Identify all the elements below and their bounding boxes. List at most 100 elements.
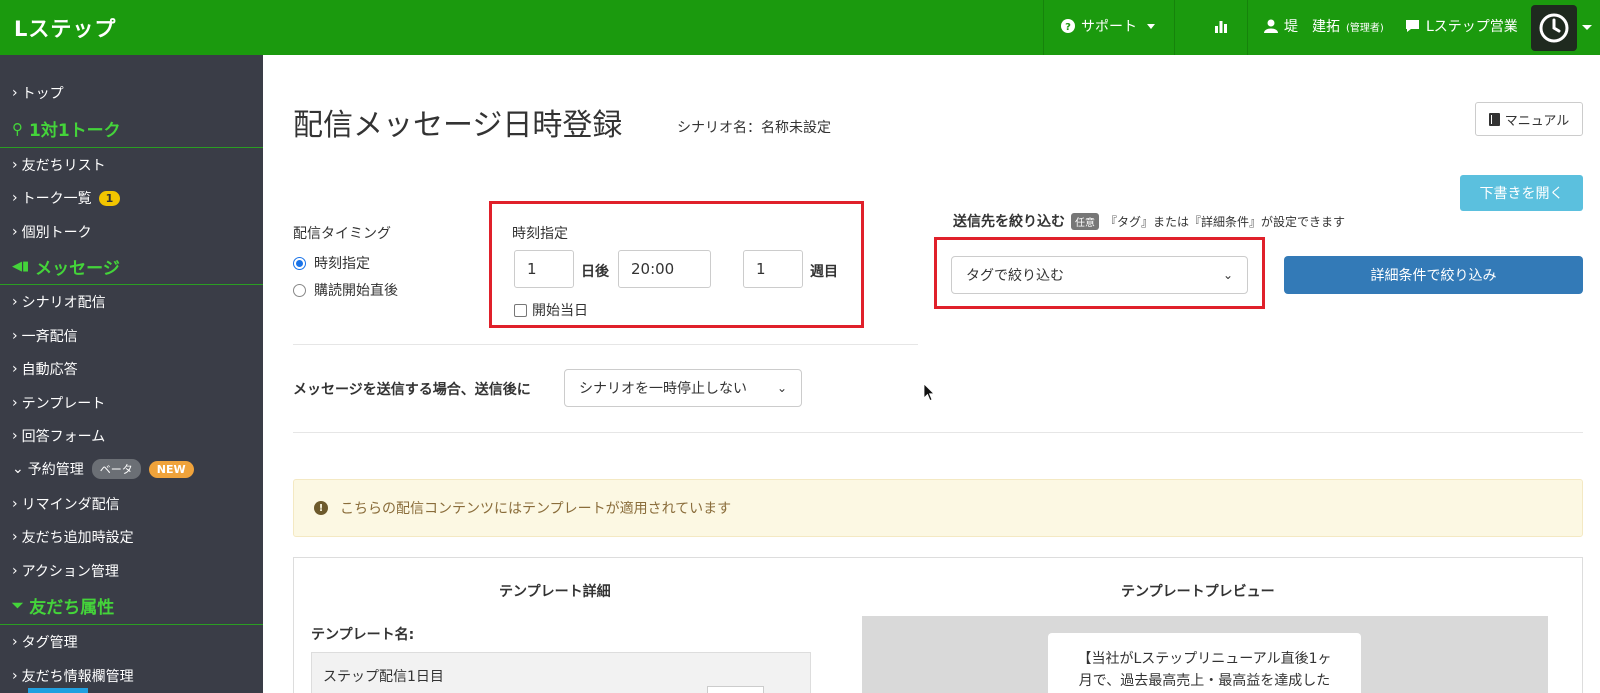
sidebar-item-friend-info[interactable]: › 友だち情報欄管理: [12, 666, 134, 686]
chevron-right-icon: ›: [12, 529, 18, 545]
filter-label: 送信先を絞り込む 任意 『タグ』または『詳細条件』が設定できます: [953, 211, 1345, 231]
week-input[interactable]: 1: [743, 250, 803, 288]
sidebar-item-reminder[interactable]: › リマインダ配信: [12, 494, 120, 514]
filter-description: 『タグ』または『詳細条件』が設定できます: [1105, 214, 1346, 229]
timing-option-time[interactable]: 時刻指定: [293, 253, 370, 273]
chevron-right-icon: ›: [12, 190, 18, 206]
sidebar-item-broadcast[interactable]: › 一斉配信: [12, 326, 78, 346]
manual-button-label: マニュアル: [1504, 113, 1570, 129]
beta-badge: ベータ: [91, 459, 141, 479]
divider: [293, 432, 1583, 433]
timing-label: 配信タイミング: [293, 226, 391, 242]
template-inner-field[interactable]: [707, 686, 764, 693]
book-icon: [1488, 112, 1500, 126]
chevron-right-icon: ›: [12, 395, 18, 411]
section-divider: [0, 624, 263, 625]
preview-message-card: 【当社がLステップリニューアル直後1ヶ 月で、過去最高売上・最高益を達成した: [1048, 633, 1361, 693]
app-logo[interactable]: Lステップ: [14, 13, 116, 43]
radio-label: 購読開始直後: [314, 283, 398, 299]
chevron-right-icon: ›: [12, 428, 18, 444]
svg-text:?: ?: [1065, 22, 1071, 33]
template-name-label: テンプレート名:: [311, 627, 415, 643]
chevron-down-icon: ⌄: [12, 461, 24, 477]
template-detail-heading: テンプレート詳細: [499, 584, 611, 600]
sidebar-section-label: メッセージ: [35, 259, 120, 279]
stats-button[interactable]: [1214, 19, 1228, 33]
open-draft-button[interactable]: 下書きを開く: [1460, 175, 1583, 211]
nav-divider: [1174, 0, 1175, 55]
days-after-input[interactable]: 1: [514, 250, 574, 288]
comment-icon: [1406, 20, 1419, 32]
nav-divider: [1247, 0, 1248, 55]
template-preview-heading: テンプレートプレビュー: [1121, 584, 1275, 600]
chevron-right-icon: ›: [12, 85, 18, 101]
sidebar-item-label: 予約管理: [27, 462, 84, 478]
sidebar-section-message: ◀▮ メッセージ: [12, 254, 120, 279]
template-name-value: ステップ配信1日目: [323, 669, 444, 685]
chevron-right-icon: ›: [12, 563, 18, 579]
top-navbar: Lステップ ? サポート 堤 建拓 (管理者) Lステップ営業: [0, 0, 1600, 55]
sidebar-item-action[interactable]: › アクション管理: [12, 561, 119, 581]
history-button[interactable]: [1531, 5, 1577, 51]
detail-filter-button[interactable]: 詳細条件で絞り込み: [1284, 256, 1583, 294]
sidebar-item-label: アクション管理: [21, 564, 119, 580]
chevron-down-icon: [1147, 23, 1155, 29]
optional-badge: 任意: [1071, 212, 1099, 230]
mouse-cursor-icon: [924, 384, 935, 402]
question-circle-icon: ?: [1061, 19, 1075, 33]
timing-option-after-subscribe[interactable]: 購読開始直後: [293, 280, 398, 300]
sidebar-item-label: 自動応答: [21, 362, 78, 378]
sidebar: › トップ ⚲ 1対1トーク › 友だちリスト › トーク一覧 1 › 個別トーク ◀▮ …: [0, 55, 263, 693]
days-unit: 日後: [581, 264, 609, 280]
radio-label: 時刻指定: [314, 256, 370, 272]
sidebar-item-friends-list[interactable]: › 友だちリスト: [12, 155, 106, 175]
sidebar-scroll-indicator: [28, 688, 88, 693]
start-day-option[interactable]: 開始当日: [514, 300, 588, 320]
sidebar-item-label: トップ: [21, 86, 64, 102]
start-day-checkbox[interactable]: [514, 303, 527, 317]
time-spec-label: 時刻指定: [512, 226, 568, 242]
preview-text-line: 【当社がLステップリニューアル直後1ヶ: [1077, 651, 1332, 667]
user-menu[interactable]: 堤 建拓 (管理者): [1264, 16, 1384, 36]
chevron-right-icon: ›: [12, 157, 18, 173]
sidebar-item-tag[interactable]: › タグ管理: [12, 632, 78, 652]
chevron-right-icon: ›: [12, 496, 18, 512]
sidebar-item-scenario[interactable]: › シナリオ配信: [12, 292, 106, 312]
sidebar-item-auto-reply[interactable]: › 自動応答: [12, 359, 78, 379]
chevron-down-icon: ⌄: [1222, 268, 1233, 282]
sidebar-item-label: テンプレート: [21, 396, 106, 412]
select-value: シナリオを一時停止しない: [579, 381, 747, 397]
sidebar-section-talk: ⚲ 1対1トーク: [12, 116, 121, 142]
new-badge: NEW: [148, 460, 194, 478]
radio-time-spec[interactable]: [293, 256, 306, 270]
time-input[interactable]: 20:00: [618, 250, 711, 288]
user-icon: [1264, 19, 1278, 33]
manual-button[interactable]: マニュアル: [1475, 102, 1583, 136]
after-send-select[interactable]: シナリオを一時停止しない ⌄: [564, 369, 802, 407]
account-menu[interactable]: Lステップ営業: [1405, 16, 1518, 36]
clock-icon: [1539, 13, 1569, 43]
tag-filter-select[interactable]: タグで絞り込む ⌄: [951, 256, 1248, 294]
section-divider: [0, 147, 263, 148]
week-unit: 週目: [810, 264, 838, 280]
chevron-down-icon[interactable]: [1582, 25, 1592, 30]
preview-text-line: 月で、過去最高売上・最高益を達成した: [1078, 673, 1331, 689]
chevron-right-icon: ›: [12, 361, 18, 377]
sidebar-item-label: 回答フォーム: [21, 429, 106, 445]
radio-after-subscribe[interactable]: [293, 283, 306, 297]
bar-chart-icon: [1215, 21, 1227, 33]
sidebar-item-label: 個別トーク: [21, 225, 92, 241]
template-alert: ! こちらの配信コンテンツにはテンプレートが適用されています: [293, 479, 1583, 537]
sidebar-item-individual-talk[interactable]: › 個別トーク: [12, 222, 92, 242]
sidebar-section-label: 友だち属性: [29, 598, 115, 618]
sidebar-item-label: タグ管理: [21, 635, 78, 651]
sidebar-item-add-friend-settings[interactable]: › 友だち追加時設定: [12, 527, 134, 547]
unread-badge: 1: [98, 190, 121, 206]
chevron-right-icon: ›: [12, 294, 18, 310]
sidebar-item-template[interactable]: › テンプレート: [12, 393, 105, 413]
sidebar-item-form[interactable]: › 回答フォーム: [12, 426, 105, 446]
sidebar-item-talk-list[interactable]: › トーク一覧 1: [12, 188, 121, 208]
sidebar-item-reservation[interactable]: ⌄ 予約管理 ベータ NEW: [12, 459, 194, 479]
support-menu[interactable]: ? サポート: [1061, 16, 1155, 36]
sidebar-item-top[interactable]: › トップ: [12, 83, 64, 103]
